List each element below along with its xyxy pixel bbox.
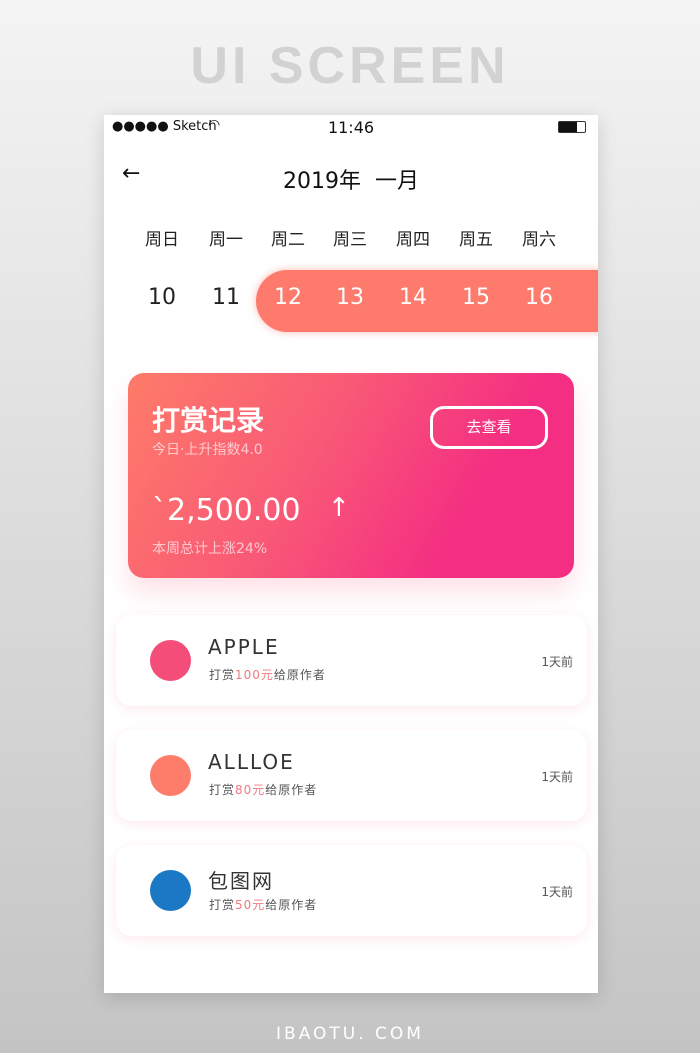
desc-prefix: 打赏 xyxy=(209,668,236,682)
view-button[interactable]: 去查看 xyxy=(430,406,548,449)
desc-suffix: 给原作者 xyxy=(273,668,326,682)
phone-screen: ●●●●● Sketch ◠ 11:46 ← 2019年 一月 周日 周一 周二 周三… xyxy=(104,115,598,993)
item-time: 1天前 xyxy=(541,655,573,669)
weekday-label: 周四 xyxy=(396,230,430,250)
item-name: 包图网 xyxy=(208,869,274,893)
item-name: APPLE xyxy=(208,635,280,659)
date-16[interactable]: 16 xyxy=(509,285,569,310)
weekday-label: 周日 xyxy=(145,230,179,250)
item-desc: 打赏80元给原作者 xyxy=(209,781,317,798)
status-bar: ●●●●● Sketch ◠ 11:46 xyxy=(104,115,598,139)
card-subtitle: 今日·上升指数4.0 xyxy=(152,442,263,458)
date-11[interactable]: 11 xyxy=(196,285,256,310)
date-12[interactable]: 12 xyxy=(258,285,318,310)
desc-suffix: 给原作者 xyxy=(265,783,318,797)
page-title: 2019年 一月 xyxy=(283,169,419,194)
list-item[interactable]: 包图网 打赏50元给原作者 1天前 xyxy=(116,845,587,936)
card-note: 本周总计上涨24% xyxy=(152,541,268,557)
reward-card: 打赏记录 今日·上升指数4.0 去查看 `2,500.00 ↑ 本周总计上涨24… xyxy=(128,373,574,578)
date-15[interactable]: 15 xyxy=(446,285,506,310)
item-name: ALLLOE xyxy=(208,750,295,774)
weekday-label: 周二 xyxy=(271,230,305,250)
desc-amount: 50元 xyxy=(235,898,266,912)
avatar xyxy=(150,640,191,681)
weekday-label: 周三 xyxy=(333,230,367,250)
card-title: 打赏记录 xyxy=(152,404,265,437)
hero-title: UI SCREEN xyxy=(190,37,510,95)
battery-icon xyxy=(558,121,586,133)
item-time: 1天前 xyxy=(541,885,573,899)
footer-watermark: IBAOTU. COM xyxy=(276,1024,424,1044)
avatar xyxy=(150,755,191,796)
date-10[interactable]: 10 xyxy=(132,285,192,310)
desc-amount: 100元 xyxy=(235,668,274,682)
date-13[interactable]: 13 xyxy=(320,285,380,310)
weekday-label: 周五 xyxy=(459,230,493,250)
card-amount: `2,500.00 xyxy=(152,493,301,528)
desc-suffix: 给原作者 xyxy=(265,898,318,912)
item-desc: 打赏50元给原作者 xyxy=(209,896,317,913)
item-desc: 打赏100元给原作者 xyxy=(209,666,326,683)
weekday-label: 周一 xyxy=(209,230,243,250)
weekday-label: 周六 xyxy=(522,230,556,250)
desc-prefix: 打赏 xyxy=(209,783,236,797)
list-item[interactable]: APPLE 打赏100元给原作者 1天前 xyxy=(116,615,587,706)
desc-prefix: 打赏 xyxy=(209,898,236,912)
clock: 11:46 xyxy=(327,118,375,137)
item-time: 1天前 xyxy=(541,770,573,784)
desc-amount: 80元 xyxy=(235,783,266,797)
list-item[interactable]: ALLLOE 打赏80元给原作者 1天前 xyxy=(116,730,587,821)
avatar xyxy=(150,870,191,911)
arrow-up-icon: ↑ xyxy=(328,493,350,523)
date-14[interactable]: 14 xyxy=(383,285,443,310)
